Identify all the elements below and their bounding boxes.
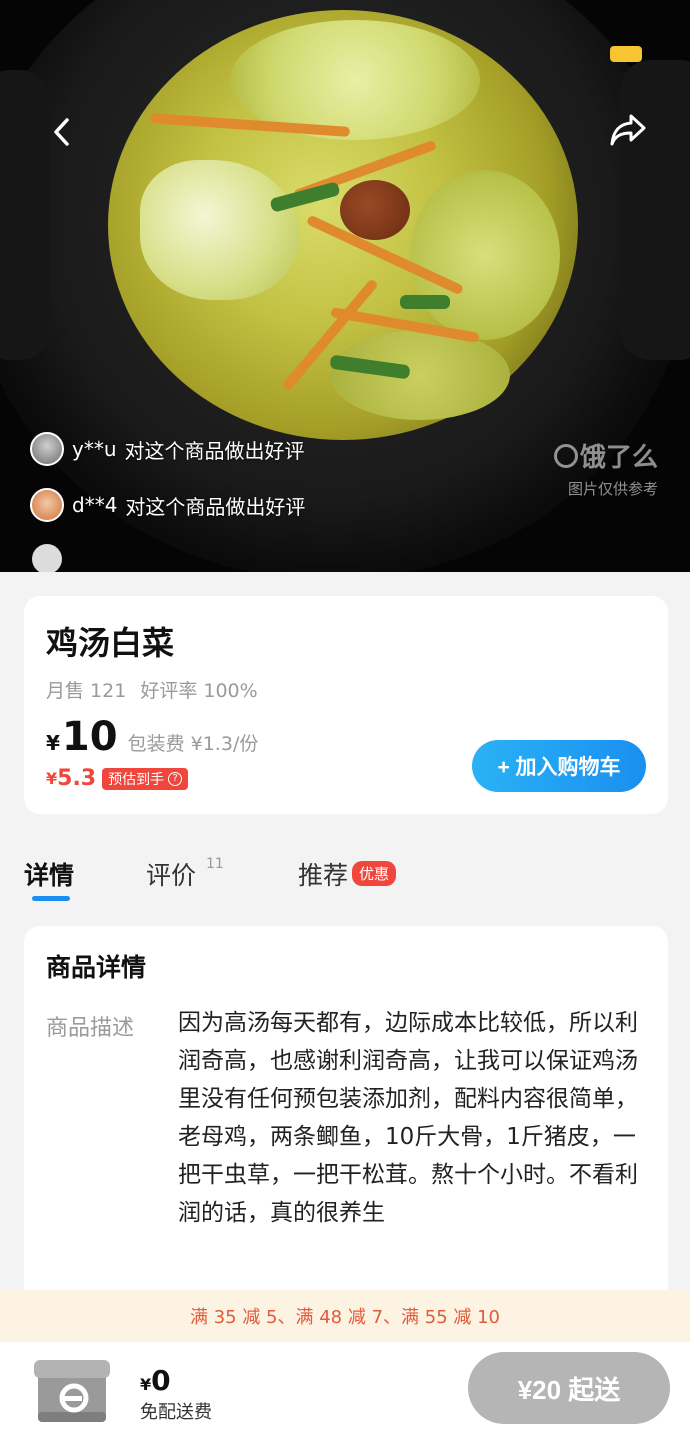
cabbage-leaf <box>410 170 560 340</box>
currency-symbol: ¥ <box>140 1375 152 1394</box>
review-user: y**u <box>72 437 117 461</box>
delivery-fee: 免配送费 <box>140 1402 212 1423</box>
product-stats: 月售 121 好评率 100% <box>46 676 258 703</box>
cabbage-leaf <box>330 330 510 420</box>
active-tab-indicator <box>32 896 70 901</box>
monthly-sales: 月售 121 <box>46 680 127 702</box>
review-text: 对这个商品做出好评 <box>125 494 306 519</box>
cart-box-icon[interactable] <box>34 1352 110 1428</box>
user-avatar <box>32 544 62 572</box>
review-ticker-item: y**u 对这个商品做出好评 <box>30 432 305 466</box>
brand-watermark: 饿了么 图片仅供参考 <box>554 437 658 499</box>
product-hero-image: y**u 对这个商品做出好评 d**4 对这个商品做出好评 饿了么 图片仅供参考 <box>0 0 690 572</box>
review-text: 对这个商品做出好评 <box>124 438 305 463</box>
currency-symbol: ¥ <box>46 731 60 755</box>
detail-tabs: 详情 评价 11 推荐 优惠 <box>0 850 690 910</box>
chevron-left-icon <box>54 118 69 146</box>
eleme-logo-icon <box>554 443 578 468</box>
estimated-tag[interactable]: 预估到手 ? <box>102 767 189 790</box>
product-detail-card: 商品详情 商品描述 因为高汤每天都有，边际成本比较低，所以利润奇高，也感谢利润奇… <box>24 926 668 1306</box>
price-value: 10 <box>61 714 118 760</box>
product-price: ¥ 10 包装费 ¥1.3/份 <box>46 714 258 760</box>
review-count: 11 <box>206 856 224 872</box>
currency-symbol: ¥ <box>46 769 58 788</box>
tab-reviews[interactable]: 评价 <box>146 856 196 892</box>
description-label: 商品描述 <box>46 1016 135 1041</box>
tab-recommend[interactable]: 推荐 <box>298 856 348 892</box>
watermark-note: 图片仅供参考 <box>568 480 659 498</box>
user-avatar <box>30 432 64 466</box>
discount-promo-bar[interactable]: 满 35 减 5、满 48 减 7、满 55 减 10 <box>0 1290 690 1342</box>
back-button[interactable] <box>40 110 84 154</box>
green-onion <box>400 295 450 309</box>
min-order-button[interactable]: ¥20 起送 <box>468 1352 670 1424</box>
discount-badge: 优惠 <box>352 861 397 886</box>
detail-title: 商品详情 <box>46 953 147 982</box>
tab-details[interactable]: 详情 <box>24 856 74 892</box>
share-button[interactable] <box>606 108 650 152</box>
share-icon <box>610 114 646 146</box>
estimated-price-value: 5.3 <box>57 766 97 791</box>
description-text: 因为高汤每天都有，边际成本比较低，所以利润奇高，也感谢利润奇高，让我可以保证鸡汤… <box>178 1010 638 1226</box>
product-name: 鸡汤白菜 <box>46 624 175 662</box>
review-ticker-item: d**4 对这个商品做出好评 <box>30 488 305 522</box>
checkout-bar: ¥ 0 免配送费 ¥20 起送 <box>0 1342 690 1446</box>
red-date <box>340 180 410 240</box>
user-avatar <box>30 488 64 522</box>
cart-total: ¥ 0 <box>140 1364 171 1397</box>
cart-total-value: 0 <box>151 1364 171 1397</box>
positive-rating: 好评率 100% <box>140 680 258 702</box>
watermark-brand: 饿了么 <box>580 443 659 473</box>
estimated-tag-label: 预估到手 <box>108 771 165 788</box>
question-icon: ? <box>168 771 183 786</box>
packaging-fee: 包装费 ¥1.3/份 <box>127 733 259 755</box>
product-info-card: 鸡汤白菜 月售 121 好评率 100% ¥ 10 包装费 ¥1.3/份 ¥ 5… <box>24 596 668 814</box>
battery-indicator <box>610 46 642 62</box>
estimated-price: ¥ 5.3 预估到手 ? <box>46 766 189 791</box>
add-to-cart-button[interactable]: + 加入购物车 <box>472 740 646 792</box>
review-user: d**4 <box>72 493 118 517</box>
pot-handle-right <box>620 60 690 360</box>
